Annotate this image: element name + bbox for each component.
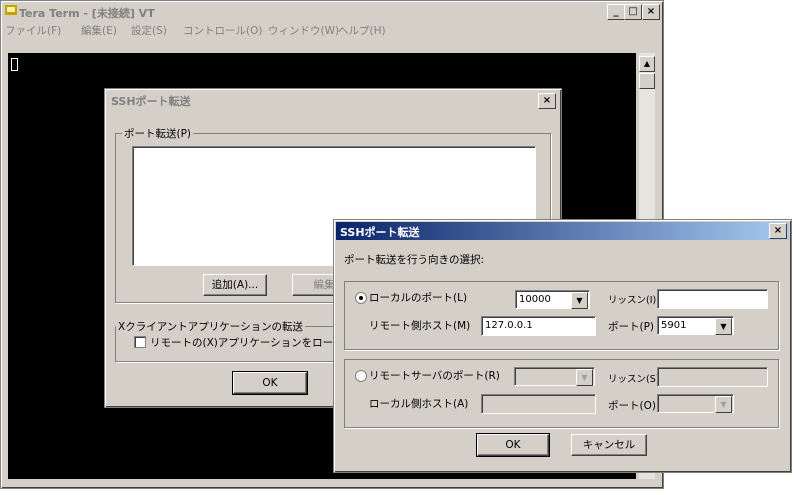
remote-listen-input[interactable] — [657, 367, 768, 387]
scroll-up-button[interactable]: ▲ — [639, 56, 655, 72]
menu-help[interactable]: ヘルプ(H) — [338, 23, 386, 38]
ssh-dialog-titlebar[interactable]: SSHポート転送 × — [107, 91, 559, 109]
ssh-dialog-ok-button[interactable]: OK — [232, 371, 308, 395]
local-host-label: ローカル側ホスト(A) — [369, 398, 469, 410]
fwd-dialog-title: SSHポート転送 — [340, 226, 420, 239]
minimize-button[interactable]: _ — [607, 4, 625, 20]
remote-port-dropdown-icon[interactable]: ▼ — [715, 318, 732, 335]
local-port-combo-2[interactable]: ▼ — [657, 394, 734, 413]
maximize-button[interactable]: □ — [624, 4, 642, 20]
remote-port-label: ポート(P) — [608, 321, 655, 333]
x11-checkbox[interactable] — [134, 336, 146, 348]
menu-file[interactable]: ファイル(F) — [5, 23, 61, 38]
local-port-combo[interactable]: 10000 ▼ — [515, 290, 590, 309]
local-listen-label: リッスン(I) — [608, 295, 657, 306]
menu-control[interactable]: コントロール(O) — [183, 23, 262, 38]
remote-forward-group: リモートサーバのポート(R) ▼ リッスン(S) ローカル側ホスト(A) ポート… — [344, 359, 779, 428]
remote-host-input[interactable]: 127.0.0.1 — [481, 316, 596, 336]
menu-window[interactable]: ウィンドウ(W) — [268, 23, 339, 38]
remote-server-port-dropdown-icon[interactable]: ▼ — [576, 369, 593, 386]
local-forward-group: ローカルのポート(L) 10000 ▼ リッスン(I) リモート側ホスト(M) … — [344, 281, 779, 350]
x11-group-label: Xクライアントアプリケーションの転送 — [116, 319, 306, 334]
forward-direction-dialog: SSHポート転送 × ポート転送を行う向きの選択: ローカルのポート(L) 10… — [333, 219, 792, 473]
remote-host-label: リモート側ホスト(M) — [369, 320, 471, 332]
menu-bar: ファイル(F) 編集(E) 設定(S) コントロール(O) ウィンドウ(W) ヘ… — [3, 21, 661, 38]
remote-server-port-label[interactable]: リモートサーバのポート(R) — [369, 368, 500, 383]
local-host-input[interactable] — [481, 394, 596, 414]
add-button[interactable]: 追加(A)... — [203, 274, 267, 296]
local-port-label-2: ポート(O) — [608, 400, 656, 412]
remote-listen-label: リッスン(S) — [608, 374, 660, 385]
fwd-cancel-button[interactable]: キャンセル — [571, 434, 647, 456]
teraterm-title: Tera Term - [未接続] VT — [19, 7, 155, 20]
fwd-ok-button[interactable]: OK — [476, 433, 550, 457]
local-port-label[interactable]: ローカルのポート(L) — [369, 290, 467, 305]
direction-prompt: ポート転送を行う向きの選択: — [344, 254, 485, 266]
local-port-value: 10000 — [519, 294, 551, 305]
terminal-cursor — [11, 58, 18, 71]
local-listen-input[interactable] — [657, 289, 768, 309]
fwd-dialog-titlebar[interactable]: SSHポート転送 × — [336, 222, 789, 240]
remote-port-radio[interactable] — [355, 370, 367, 382]
menu-setup[interactable]: 設定(S) — [131, 23, 167, 38]
remote-port-combo[interactable]: 5901 ▼ — [657, 316, 734, 335]
fwd-dialog-close-button[interactable]: × — [769, 223, 787, 239]
port-forward-group-label: ポート転送(P) — [122, 126, 194, 141]
local-port-dropdown-icon[interactable]: ▼ — [571, 292, 588, 309]
local-port-radio[interactable] — [355, 292, 367, 304]
teraterm-app-icon — [5, 5, 17, 15]
x11-checkbox-label[interactable]: リモートの(X)アプリケーションをローカ — [150, 335, 344, 350]
ssh-dialog-title: SSHポート転送 — [111, 95, 191, 108]
local-port-dropdown-icon-2[interactable]: ▼ — [715, 396, 732, 413]
remote-server-port-combo[interactable]: ▼ — [514, 367, 595, 386]
menu-edit[interactable]: 編集(E) — [81, 23, 117, 38]
close-button[interactable]: × — [642, 4, 660, 20]
remote-port-value: 5901 — [661, 320, 687, 331]
ssh-dialog-close-button[interactable]: × — [538, 93, 556, 109]
scroll-thumb[interactable] — [639, 73, 655, 89]
teraterm-titlebar[interactable]: Tera Term - [未接続] VT _ □ × — [3, 3, 661, 20]
